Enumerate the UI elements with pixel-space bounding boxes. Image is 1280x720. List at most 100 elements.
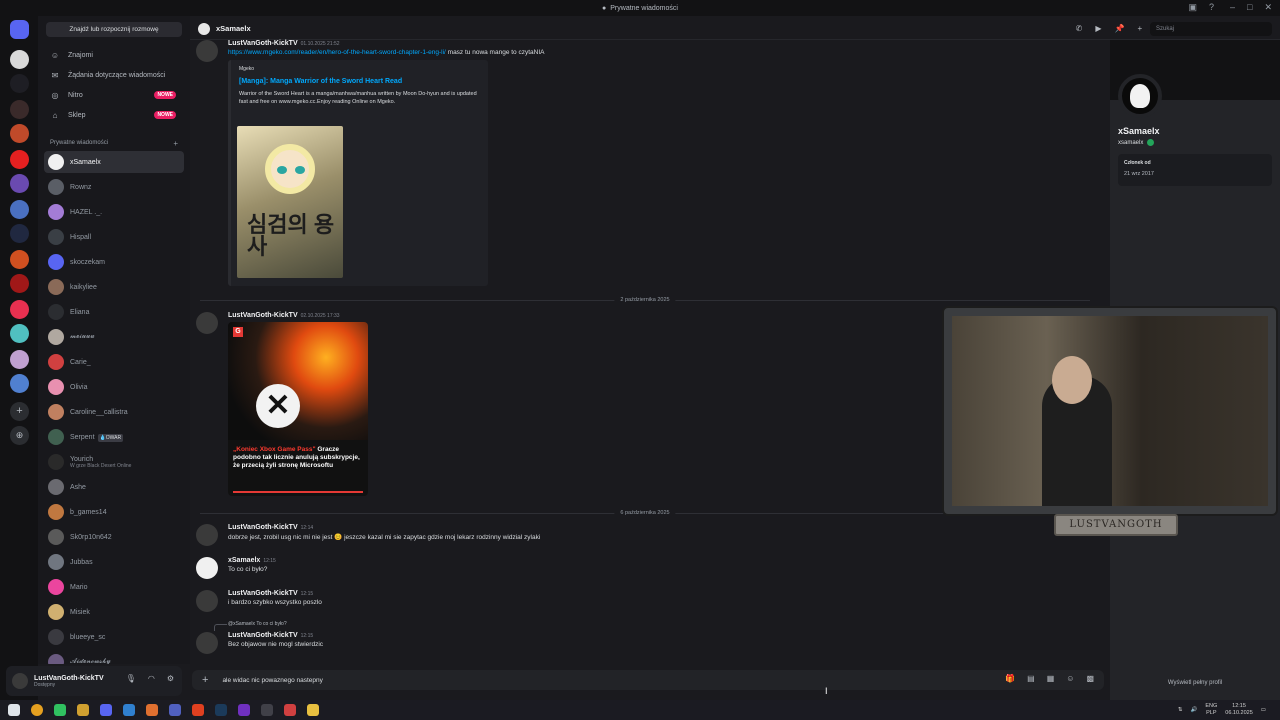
chrome-icon[interactable] [31,704,43,716]
app-icon[interactable] [261,704,273,716]
dm-item[interactable]: Jubbas [44,551,184,573]
add-friend-icon[interactable]: + [1137,24,1142,33]
avatar[interactable] [196,524,218,546]
message-author[interactable]: LustVanGoth-KickTV [228,590,298,597]
app-icon[interactable] [146,704,158,716]
microphone-icon[interactable]: 🎙 [126,674,136,683]
avatar[interactable] [196,312,218,334]
message-author[interactable]: xSamaelx [228,557,260,564]
dm-item[interactable]: b_games14 [44,501,184,523]
volume-icon[interactable]: 🔊 [1190,707,1197,713]
avatar[interactable] [196,40,218,62]
message-author[interactable]: LustVanGoth-KickTV [228,40,298,47]
app-icon[interactable] [123,704,135,716]
dm-item[interactable]: HAZEL ._. [44,201,184,223]
server-icon[interactable] [10,274,29,293]
message-composer[interactable]: + ale widac nic powaznego nastepny 🎁 ▤ ▦… [192,670,1104,690]
emoji-icon[interactable]: ☺ [1066,674,1074,683]
dm-item[interactable]: Ashe [44,476,184,498]
server-icon[interactable] [10,300,29,319]
dm-item[interactable]: Mario [44,576,184,598]
dm-item[interactable]: Hispall [44,226,184,248]
app-icon[interactable] [54,704,66,716]
server-icon[interactable] [10,224,29,243]
message-link[interactable]: https://www.mgeko.com/reader/en/hero-of-… [228,49,446,56]
folder-icon[interactable] [307,704,319,716]
dm-item[interactable]: kaikyliee [44,276,184,298]
app-icon[interactable] [169,704,181,716]
profile-avatar[interactable] [1118,74,1162,118]
dm-item[interactable]: 𝓶𝓮𝓲𝓾𝓾𝓾 [44,326,184,348]
nav-shop[interactable]: ⌂ Sklep NOWE [44,106,184,124]
server-icon[interactable] [10,200,29,219]
dm-item[interactable]: Rownz [44,176,184,198]
app-icon[interactable] [238,704,250,716]
clock[interactable]: 12:15 06.10.2025 [1225,703,1253,716]
steam-icon[interactable] [215,704,227,716]
message-author[interactable]: LustVanGoth-KickTV [228,524,298,531]
message-author[interactable]: LustVanGoth-KickTV [228,632,298,639]
avatar[interactable] [196,590,218,612]
notifications-icon[interactable]: ▭ [1261,707,1266,713]
dm-item[interactable]: Yourich W grze Black Desert Online [44,451,184,473]
server-icon[interactable] [10,374,29,393]
avatar[interactable] [12,673,28,689]
recipient-name[interactable]: xSamaelx [216,24,251,33]
create-dm-icon[interactable]: + [173,139,178,148]
server-icon[interactable] [10,150,29,169]
inbox-icon[interactable]: ▣ [1188,2,1197,13]
server-icon[interactable] [10,50,29,69]
home-button[interactable] [10,20,29,39]
add-server-icon[interactable]: + [10,402,29,421]
dm-item[interactable]: Caroline__callistra [44,401,184,423]
headphones-icon[interactable]: ◠ [148,674,155,683]
message-author[interactable]: LustVanGoth-KickTV [228,312,298,319]
avatar[interactable] [196,632,218,654]
message-input[interactable]: ale widac nic powaznego nastepny [222,677,322,684]
server-icon[interactable] [10,124,29,143]
server-icon[interactable] [10,100,29,119]
attach-plus-icon[interactable]: + [202,674,208,686]
nav-nitro[interactable]: ◎ Nitro NOWE [44,86,184,104]
discord-taskbar-icon[interactable] [100,704,112,716]
dm-item[interactable]: Eliana [44,301,184,323]
dm-item[interactable]: 𝓐𝓲𝓭𝓮𝓷𝓸𝔀𝓼𝓴𝔂 [44,651,184,664]
dm-item[interactable]: Carie_ [44,351,184,373]
server-icon[interactable] [10,74,29,93]
sticker-icon[interactable]: ▦ [1047,674,1055,683]
explore-icon[interactable]: ⊕ [10,426,29,445]
nav-message-requests[interactable]: ✉ Żądania dotyczące wiadomości [44,66,184,84]
windows-start-icon[interactable] [8,704,20,716]
nav-friends[interactable]: ☺ Znajomi [44,46,184,64]
dm-item[interactable]: Serpent 💧OWAR [44,426,184,448]
reply-reference[interactable]: @xSamaelx To co ci było? [214,621,287,631]
avatar[interactable] [196,557,218,579]
call-icon[interactable]: ✆ [1076,24,1083,33]
maximize-button[interactable]: □ [1247,2,1252,13]
app-icon[interactable] [77,704,89,716]
dm-item[interactable]: Misiek [44,601,184,623]
network-icon[interactable]: ⇅ [1178,707,1183,713]
input-language[interactable]: ENG [1205,703,1217,709]
dm-item[interactable]: Sk0rp10n642 [44,526,184,548]
embed-title[interactable]: [Manga]: Manga Warrior of the Sword Hear… [239,78,480,85]
find-conversation-button[interactable]: Znajdź lub rozpocznij rozmowę [46,22,182,37]
gear-icon[interactable]: ⚙ [167,674,174,683]
app-icon[interactable] [284,704,296,716]
apps-icon[interactable]: ▩ [1086,674,1094,683]
server-icon[interactable] [10,250,29,269]
app-icon[interactable] [192,704,204,716]
gif-icon[interactable]: ▤ [1027,674,1035,683]
dm-item[interactable]: Olivia [44,376,184,398]
close-button[interactable]: ✕ [1264,2,1272,13]
minimize-button[interactable]: – [1230,2,1235,13]
search-input[interactable]: Szukaj [1150,22,1272,36]
attached-image[interactable]: G ✕ „Koniec Xbox Game Pass" Gracze podob… [228,322,368,496]
dm-item[interactable]: skoczekam [44,251,184,273]
server-icon[interactable] [10,174,29,193]
server-icon[interactable] [10,324,29,343]
pin-icon[interactable]: 📌 [1115,24,1125,33]
video-icon[interactable]: ▶ [1095,24,1101,33]
embed-provider[interactable]: Mgeko [239,66,480,72]
view-full-profile-button[interactable]: Wyświetl pełny profil [1110,680,1280,686]
